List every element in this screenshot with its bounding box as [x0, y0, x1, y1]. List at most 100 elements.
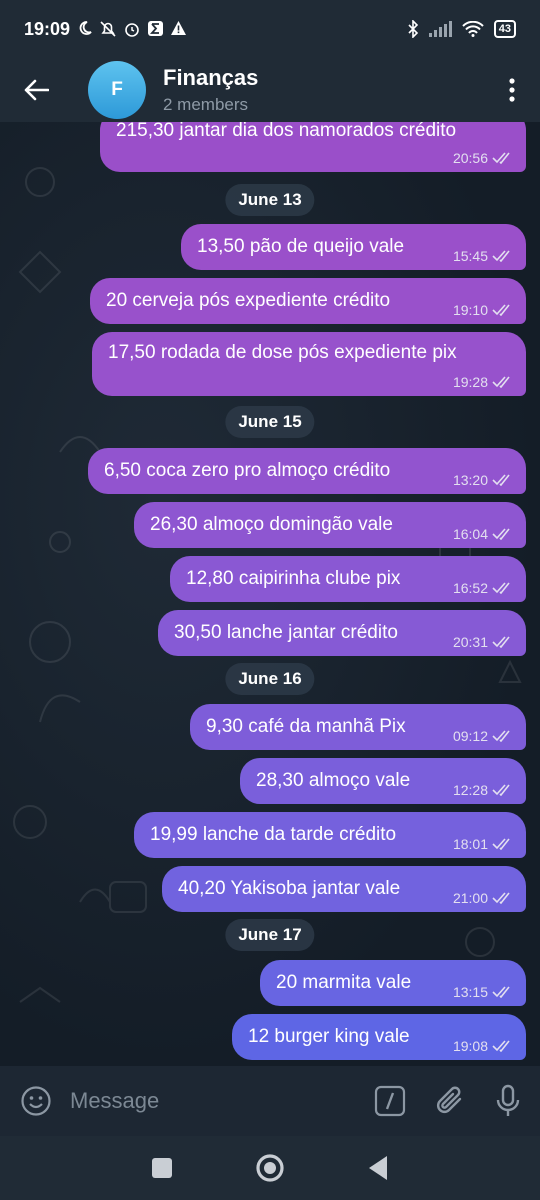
message-time: 19:10 [452, 302, 488, 318]
message-time: 16:52 [452, 580, 488, 596]
double-check-icon [492, 376, 510, 388]
bot-commands-icon[interactable] [374, 1085, 406, 1117]
message-bubble[interactable]: 12 burger king vale 19:08 [232, 1014, 526, 1060]
message-input[interactable] [70, 1088, 330, 1114]
message-time: 09:12 [452, 728, 488, 744]
message-time: 19:28 [452, 374, 488, 390]
message-time: 15:45 [452, 248, 488, 264]
message-text: 12,80 caipirinha clube pix [186, 568, 401, 589]
double-check-icon [492, 152, 510, 164]
message-bubble[interactable]: 30,50 lanche jantar crédito 20:31 [158, 610, 526, 656]
double-check-icon [492, 250, 510, 262]
chat-info[interactable]: Finanças 2 members [163, 65, 258, 115]
message-text: 13,50 pão de queijo vale [197, 236, 405, 257]
message-meta: 20:56 [453, 150, 514, 166]
chat-title: Finanças [163, 65, 259, 90]
message-text: 215,30 jantar dia dos namorados crédito [116, 122, 457, 141]
warning-icon [171, 21, 187, 35]
message-text: 20 marmita vale [276, 972, 412, 993]
composer [0, 1066, 540, 1136]
date-separator: June 13 [225, 184, 315, 216]
message-meta: 13:20 [453, 472, 514, 488]
home-button[interactable] [255, 1153, 285, 1183]
message-meta: 18:01 [453, 836, 514, 852]
muted-bell-icon [100, 21, 116, 37]
message-time: 19:08 [452, 1038, 488, 1054]
message-text: 30,50 lanche jantar crédito [174, 622, 398, 643]
message-meta: 16:04 [453, 526, 514, 542]
arrow-left-icon [24, 79, 49, 101]
message-bubble[interactable]: 12,80 caipirinha clube pix 16:52 [170, 556, 526, 602]
microphone-icon[interactable] [496, 1084, 520, 1118]
message-text: 19,99 lanche da tarde crédito [150, 824, 397, 845]
message-time: 20:56 [452, 150, 488, 166]
group-avatar[interactable]: F [88, 61, 146, 119]
message-meta: 19:28 [453, 374, 514, 390]
status-bar: 19:09 43 [0, 0, 540, 58]
message-meta: 09:12 [453, 728, 514, 744]
message-list[interactable]: 215,30 jantar dia dos namorados crédito … [0, 122, 540, 1066]
alarm-icon [125, 23, 139, 37]
message-meta: 12:28 [453, 782, 514, 798]
attach-icon[interactable] [436, 1085, 466, 1117]
message-meta: 19:08 [453, 1038, 514, 1054]
back-button[interactable] [0, 58, 72, 122]
message-text: 9,30 café da manhã Pix [206, 716, 406, 737]
message-time: 20:31 [452, 634, 488, 650]
double-check-icon [492, 784, 510, 796]
back-nav-button[interactable] [367, 1155, 389, 1181]
message-time: 13:20 [452, 472, 488, 488]
message-text: 6,50 coca zero pro almoço crédito [104, 460, 391, 481]
message-meta: 21:00 [453, 890, 514, 906]
bluetooth-icon [408, 20, 418, 38]
message-bubble[interactable]: 20 cerveja pós expediente crédito 19:10 [90, 278, 526, 324]
date-separator: June 15 [225, 406, 315, 438]
message-meta: 13:15 [453, 984, 514, 1000]
recent-apps-button[interactable] [151, 1157, 173, 1179]
double-check-icon [492, 636, 510, 648]
message-bubble[interactable]: 26,30 almoço domingão vale 16:04 [134, 502, 526, 548]
moon-icon [79, 21, 92, 35]
message-time: 13:15 [452, 984, 488, 1000]
message-bubble[interactable]: 6,50 coca zero pro almoço crédito 13:20 [88, 448, 526, 494]
double-check-icon [492, 474, 510, 486]
message-bubble[interactable]: 13,50 pão de queijo vale 15:45 [181, 224, 526, 270]
more-options-button[interactable] [484, 58, 540, 122]
message-time: 18:01 [452, 836, 488, 852]
message-meta: 16:52 [453, 580, 514, 596]
message-text: 28,30 almoço vale [256, 770, 411, 791]
kebab-menu-icon [509, 78, 515, 102]
double-check-icon [492, 986, 510, 998]
message-bubble[interactable]: 17,50 rodada de dose pós expediente pix … [92, 332, 526, 396]
double-check-icon [492, 838, 510, 850]
double-check-icon [492, 528, 510, 540]
sigma-app-icon [148, 21, 164, 36]
message-bubble[interactable]: 215,30 jantar dia dos namorados crédito … [100, 122, 526, 172]
message-text: 12 burger king vale [248, 1026, 410, 1047]
double-check-icon [492, 304, 510, 316]
message-meta: 15:45 [453, 248, 514, 264]
message-text: 40,20 Yakisoba jantar vale [178, 878, 401, 899]
double-check-icon [492, 582, 510, 594]
message-bubble[interactable]: 28,30 almoço vale 12:28 [240, 758, 526, 804]
message-bubble[interactable]: 19,99 lanche da tarde crédito 18:01 [134, 812, 526, 858]
message-text: 20 cerveja pós expediente crédito [106, 290, 391, 311]
status-time: 19:09 [24, 18, 71, 39]
double-check-icon [492, 730, 510, 742]
member-count: 2 members [163, 95, 249, 114]
chat-header: F Finanças 2 members [0, 58, 540, 122]
date-separator: June 16 [225, 663, 315, 695]
message-meta: 19:10 [453, 302, 514, 318]
status-notification-icons [77, 20, 187, 38]
message-bubble[interactable]: 20 marmita vale 13:15 [260, 960, 526, 1006]
message-time: 12:28 [452, 782, 488, 798]
signal-icon [428, 21, 452, 37]
message-bubble[interactable]: 40,20 Yakisoba jantar vale 21:00 [162, 866, 526, 912]
message-time: 16:04 [452, 526, 488, 542]
wifi-icon [462, 21, 484, 37]
double-check-icon [492, 1040, 510, 1052]
message-meta: 20:31 [453, 634, 514, 650]
message-bubble[interactable]: 9,30 café da manhã Pix 09:12 [190, 704, 526, 750]
message-text: 17,50 rodada de dose pós expediente pix [108, 342, 457, 363]
emoji-icon[interactable] [20, 1085, 52, 1117]
